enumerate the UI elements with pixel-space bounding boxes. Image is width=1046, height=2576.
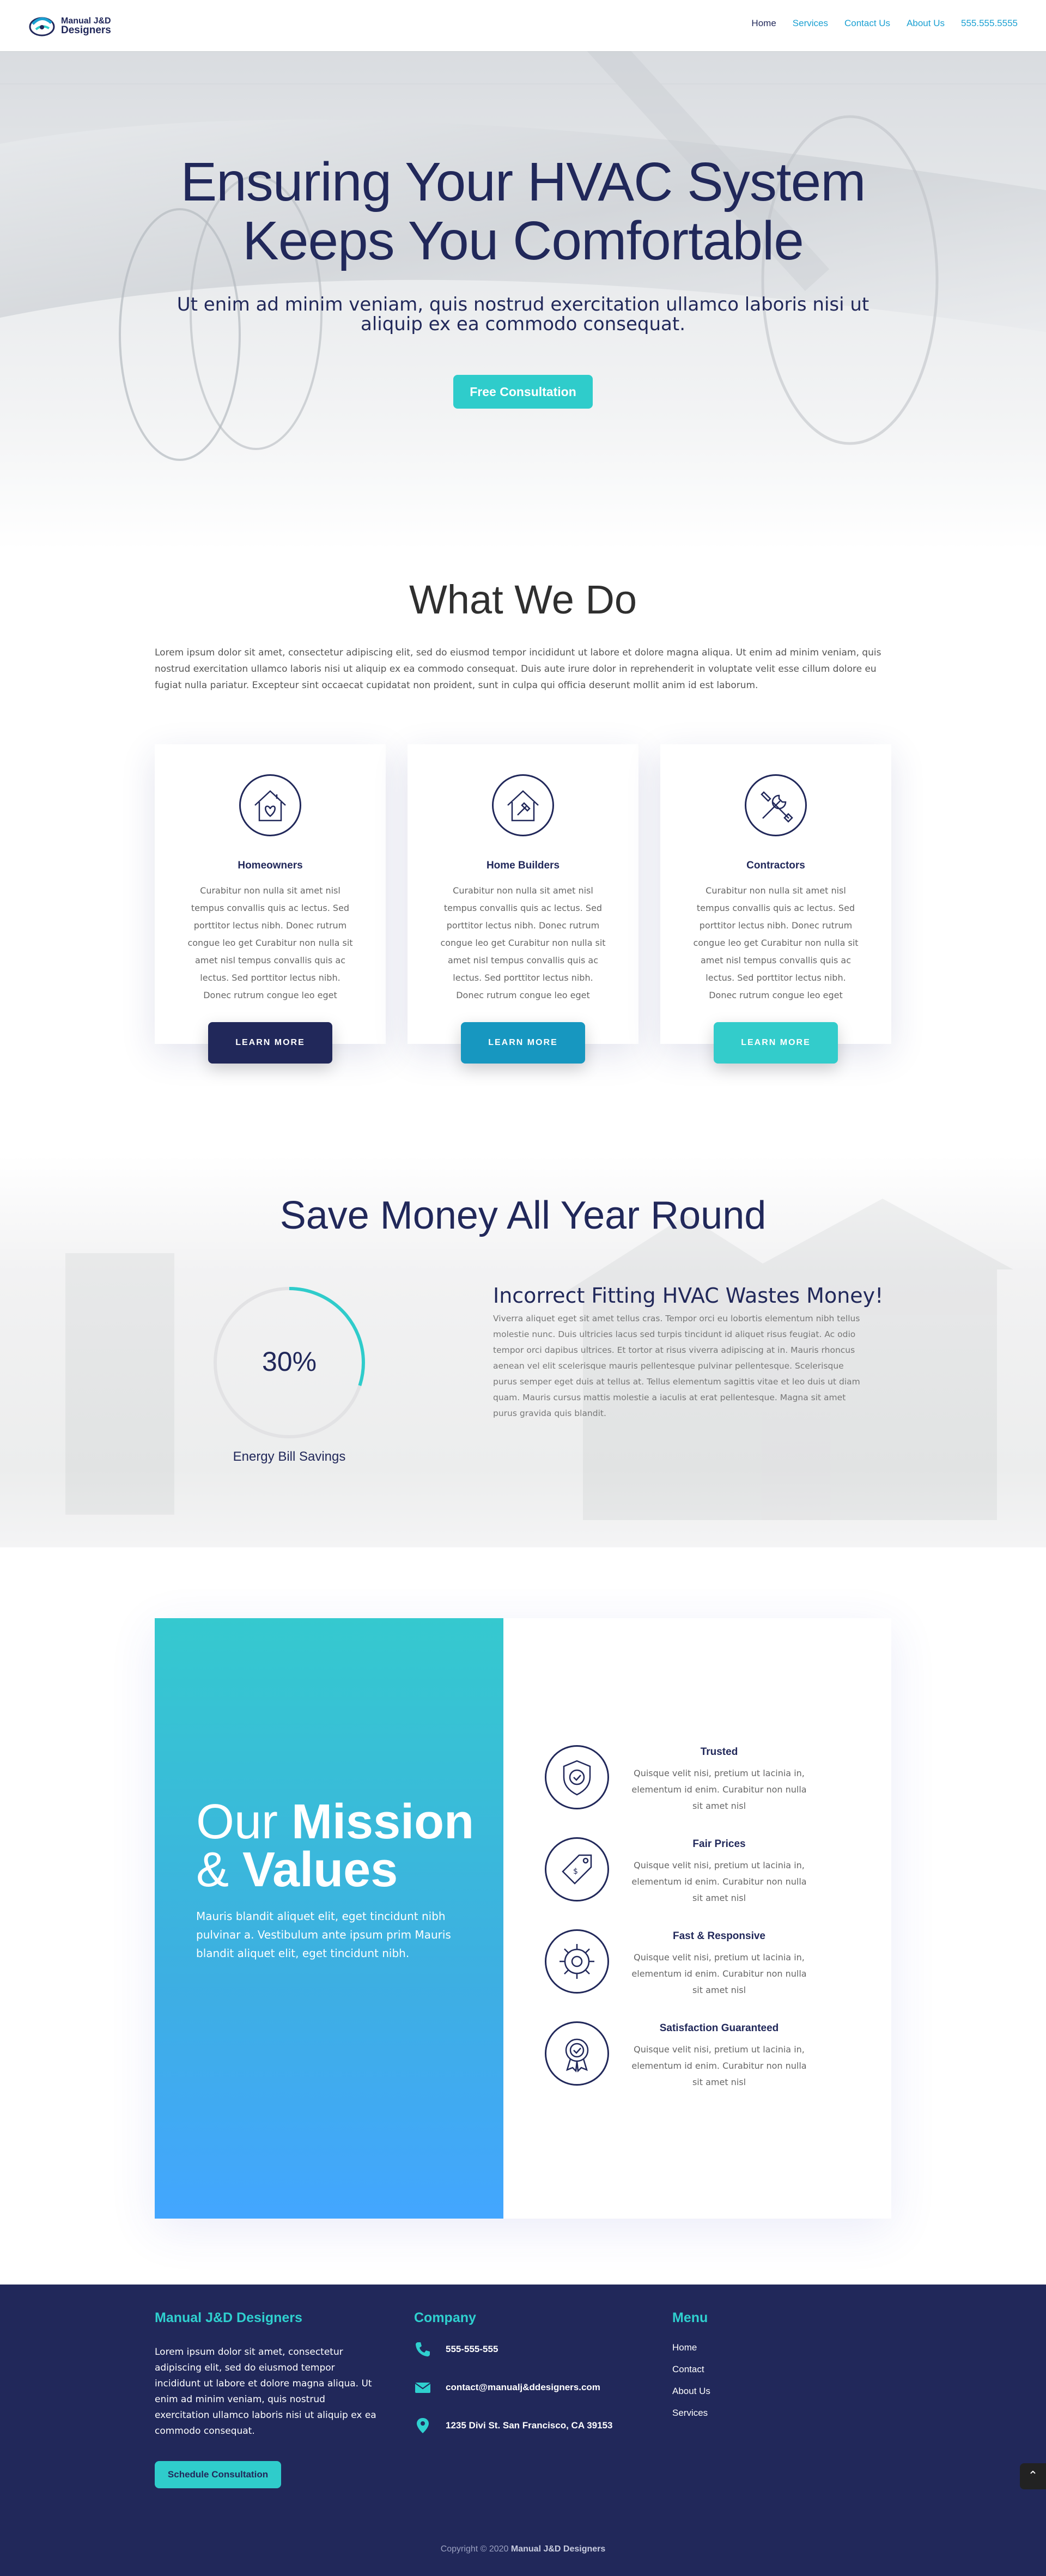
- card-title: Home Builders: [486, 860, 560, 871]
- value-body: Quisque velit nisi, pretium ut lacinia i…: [631, 2044, 807, 2087]
- chevron-up-icon: ⌃: [1027, 2469, 1038, 2482]
- hero-title-line1: Ensuring Your HVAC System: [180, 151, 866, 212]
- card-homeowners: Homeowners Curabitur non nulla sit amet …: [155, 744, 386, 1044]
- what-we-do-text: Lorem ipsum dolor sit amet, consectetur …: [155, 647, 881, 691]
- price-tag-icon: $: [562, 1854, 592, 1885]
- map-pin-icon: [417, 2418, 429, 2433]
- nav-phone[interactable]: 555.555.5555: [961, 18, 1018, 29]
- value-title: Fast & Responsive: [673, 1930, 765, 1942]
- value-title: Fair Prices: [692, 1838, 746, 1850]
- shield-check-icon: [563, 1760, 591, 1796]
- footer-menu-contact[interactable]: Contact: [672, 2364, 704, 2375]
- card-title: Homeowners: [238, 860, 303, 871]
- hero-section: Ensuring Your HVAC System Keeps You Comf…: [0, 51, 1046, 550]
- email-icon: [415, 2383, 431, 2393]
- card-title: Contractors: [746, 860, 805, 871]
- learn-more-homeowners-button[interactable]: LEARN MORE: [208, 1022, 332, 1064]
- learn-more-builders-button[interactable]: LEARN MORE: [461, 1022, 585, 1064]
- footer-about-text: Lorem ipsum dolor sit amet, consectetur …: [155, 2347, 376, 2437]
- logo-line2: Designers: [61, 25, 111, 36]
- footer-menu-home[interactable]: Home: [672, 2342, 697, 2353]
- schedule-consultation-button[interactable]: Schedule Consultation: [155, 2461, 281, 2488]
- logo[interactable]: Manual J&D Designers: [28, 12, 111, 39]
- svg-text:$: $: [573, 1867, 578, 1876]
- footer-menu-title: Menu: [672, 2310, 708, 2325]
- main-nav: Home Services Contact Us About Us 555.55…: [751, 18, 1018, 29]
- gauge-value: 30%: [262, 1346, 317, 1377]
- footer-address[interactable]: 1235 Divi St. San Francisco, CA 39153: [414, 2417, 612, 2434]
- card-contractors: Contractors Curabitur non nulla sit amet…: [660, 744, 891, 1044]
- mission-heading: Our Mission & Values: [196, 1795, 475, 1897]
- nav-services[interactable]: Services: [793, 18, 828, 29]
- card-body: Curabitur non nulla sit amet nisl tempus…: [693, 885, 859, 1000]
- site-header: Manual J&D Designers Home Services Conta…: [0, 0, 1046, 51]
- value-title: Trusted: [700, 1746, 738, 1758]
- learn-more-contractors-button[interactable]: LEARN MORE: [714, 1022, 838, 1064]
- free-consultation-button[interactable]: Free Consultation: [453, 375, 593, 409]
- award-badge-icon: [565, 2038, 589, 2073]
- value-title: Satisfaction Guaranteed: [659, 2022, 779, 2034]
- hero-subtitle: Ut enim ad minim veniam, quis nostrud ex…: [177, 294, 869, 335]
- nav-contact[interactable]: Contact Us: [844, 18, 890, 29]
- nav-home[interactable]: Home: [751, 18, 776, 29]
- footer-phone[interactable]: 555-555-555: [414, 2341, 498, 2358]
- footer-menu-about[interactable]: About Us: [672, 2386, 710, 2397]
- hero-title: Ensuring Your HVAC System Keeps You Comf…: [0, 153, 1046, 270]
- gear-icon: [560, 1944, 594, 1979]
- footer-menu-services[interactable]: Services: [672, 2408, 708, 2419]
- card-body: Curabitur non nulla sit amet nisl tempus…: [440, 885, 606, 1000]
- value-body: Quisque velit nisi, pretium ut lacinia i…: [631, 1768, 807, 1811]
- card-body: Curabitur non nulla sit amet nisl tempus…: [187, 885, 353, 1000]
- copyright: Copyright © 2020 Manual J&D Designers: [440, 2544, 606, 2554]
- value-body: Quisque velit nisi, pretium ut lacinia i…: [631, 1860, 807, 1903]
- hero-title-line2: Keeps You Comfortable: [242, 210, 804, 271]
- card-home-builders: Home Builders Curabitur non nulla sit am…: [408, 744, 638, 1044]
- footer-email[interactable]: contact@manualj&ddesigners.com: [414, 2379, 600, 2396]
- save-money-title: Save Money All Year Round: [279, 1194, 767, 1237]
- gauge-label: Energy Bill Savings: [233, 1449, 346, 1464]
- house-hammer-icon: [507, 790, 539, 822]
- tools-icon: [761, 791, 793, 823]
- save-heading: Incorrect Fitting HVAC Wastes Money!: [493, 1284, 884, 1308]
- house-heart-icon: [254, 790, 286, 822]
- save-text: Viverra aliquet eget sit amet tellus cra…: [493, 1314, 860, 1418]
- value-body: Quisque velit nisi, pretium ut lacinia i…: [631, 1952, 807, 1995]
- back-to-top-button[interactable]: ⌃: [1020, 2463, 1046, 2489]
- what-we-do-title: What We Do: [409, 577, 637, 622]
- nav-about[interactable]: About Us: [907, 18, 945, 29]
- footer-brand-title: Manual J&D Designers: [155, 2310, 302, 2325]
- phone-icon: [416, 2342, 430, 2356]
- mission-text: Mauris blandit aliquet elit, eget tincid…: [196, 1910, 451, 1960]
- logo-fan-icon: [29, 17, 55, 37]
- footer-company-title: Company: [414, 2310, 476, 2325]
